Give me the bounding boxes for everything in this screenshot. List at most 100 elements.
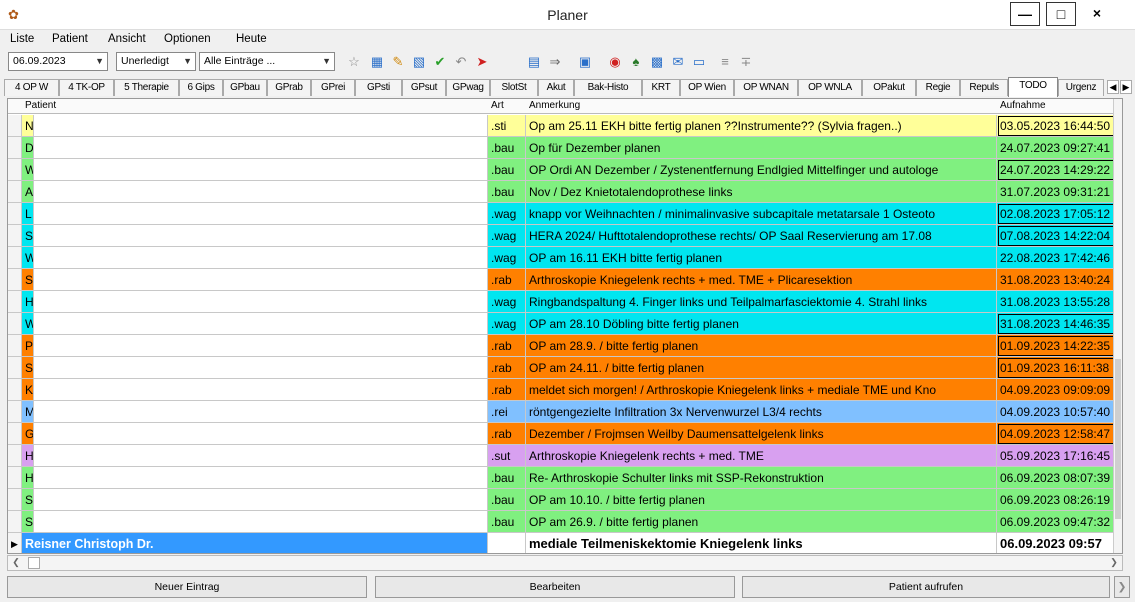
row-indicator[interactable] <box>8 445 22 467</box>
table-row[interactable]: H .sut Arthroskopie Kniegelenk rechts + me… <box>8 445 1115 467</box>
export-icon[interactable]: ▤ <box>525 53 543 71</box>
tab-5-therapie[interactable]: 5 Therapie <box>114 79 179 96</box>
table-row[interactable]: W .wagOP am 16.11 EKH bitte fertig planen… <box>8 247 1115 269</box>
row-indicator[interactable] <box>8 313 22 335</box>
row-indicator[interactable] <box>8 401 22 423</box>
table-row[interactable]: S .bau OP am 10.10. / bitte fertig planen 0… <box>8 489 1115 511</box>
row-indicator[interactable] <box>8 115 22 137</box>
tab-gpbau[interactable]: GPbau <box>223 79 267 96</box>
column-header-art[interactable]: Art <box>491 100 504 111</box>
tab-urgenz[interactable]: Urgenz <box>1058 79 1104 96</box>
table-row[interactable]: P .rab OP am 28.9. / bitte fertig planen 01… <box>8 335 1115 357</box>
menu-liste[interactable]: Liste <box>10 33 34 45</box>
table-row[interactable]: L .wag knapp vor Weihnachten / minimalinva… <box>8 203 1115 225</box>
check-icon[interactable]: ✔ <box>431 53 449 71</box>
tab-6-gips[interactable]: 6 Gips <box>179 79 223 96</box>
row-indicator[interactable] <box>8 291 22 313</box>
open-patient-button[interactable]: Patient aufrufen <box>742 576 1110 598</box>
chevron-right-icon[interactable]: ❯ <box>1114 576 1130 598</box>
filter-select[interactable]: Alle Einträge ... ▼ <box>199 52 335 71</box>
row-indicator[interactable] <box>8 467 22 489</box>
maximize-button[interactable]: □ <box>1046 2 1076 26</box>
table-row[interactable]: W .bauOP Ordi AN Dezember / Zystenentfern… <box>8 159 1115 181</box>
table-row[interactable]: S .wag HERA 2024/ Hufttotalendoprothese re… <box>8 225 1115 247</box>
row-indicator[interactable] <box>8 247 22 269</box>
h-scroll-thumb[interactable] <box>28 557 40 569</box>
column-header-patient[interactable]: Patient <box>25 100 56 111</box>
row-indicator[interactable] <box>8 159 22 181</box>
column-header-anmerkung[interactable]: Anmerkung <box>529 100 580 111</box>
table-row[interactable]: H .bau Re- Arthroskopie Schulter links mit… <box>8 467 1115 489</box>
star-icon[interactable]: ☆ <box>345 53 363 71</box>
scroll-thumb[interactable] <box>1115 359 1121 519</box>
table-row[interactable]: S .rab Arthroskopie Kniegelenk rechts + me… <box>8 269 1115 291</box>
tab-gpsut[interactable]: GPsut <box>402 79 446 96</box>
pin-icon[interactable]: ➤ <box>473 53 491 71</box>
menu-optionen[interactable]: Optionen <box>164 33 211 45</box>
mail-icon[interactable]: ✉ <box>669 53 687 71</box>
new-entry-button[interactable]: Neuer Eintrag <box>7 576 367 598</box>
table-row[interactable]: S .bau OP am 26.9. / bitte fertig planen 06… <box>8 511 1115 533</box>
edit-button[interactable]: Bearbeiten <box>375 576 735 598</box>
date-picker[interactable]: 06.09.2023 ▼ <box>8 52 108 71</box>
edit-doc-icon[interactable]: ✎ <box>389 53 407 71</box>
selected-row[interactable]: ▶ Reisner Christoph Dr. mediale Teilmenisk… <box>8 533 1115 553</box>
screen-icon[interactable]: ▭ <box>690 53 708 71</box>
tab-gprab[interactable]: GPrab <box>267 79 311 96</box>
row-indicator[interactable] <box>8 181 22 203</box>
tab-prev-icon[interactable]: ◀ <box>1107 80 1119 94</box>
table-row[interactable]: H .wag Ringbandspaltung 4. Finger links un… <box>8 291 1115 313</box>
group-icon[interactable]: ♠ <box>627 53 645 71</box>
row-indicator[interactable] <box>8 423 22 445</box>
row-indicator[interactable] <box>8 225 22 247</box>
table-row[interactable]: W .wagOP am 28.10 Döbling bitte fertig pl… <box>8 313 1115 335</box>
scroll-right-icon[interactable]: ❯ <box>1108 557 1120 569</box>
row-indicator[interactable] <box>8 137 22 159</box>
tab-bak-histo[interactable]: Bak-Histo <box>574 79 642 96</box>
scroll-left-icon[interactable]: ❮ <box>10 557 22 569</box>
menu-patient[interactable]: Patient <box>52 33 88 45</box>
tab-4-tk-op[interactable]: 4 TK-OP <box>59 79 114 96</box>
globe-icon[interactable]: ◉ <box>606 53 624 71</box>
minimize-button[interactable]: — <box>1010 2 1040 26</box>
copy-doc-icon[interactable]: ▧ <box>410 53 428 71</box>
table-row[interactable]: N .sti Op am 25.11 EKH bitte fertig planen… <box>8 115 1115 137</box>
vertical-scrollbar[interactable] <box>1113 99 1122 553</box>
table-row[interactable]: K .rab meldet sich morgen! / Arthroskopie … <box>8 379 1115 401</box>
new-doc-icon[interactable]: ▦ <box>368 53 386 71</box>
row-indicator[interactable] <box>8 379 22 401</box>
tab-slotst[interactable]: SlotSt <box>490 79 538 96</box>
tab-4-op-w[interactable]: 4 OP W <box>4 79 59 96</box>
tab-gpwag[interactable]: GPwag <box>446 79 490 96</box>
table-row[interactable]: A .bau Nov / Dez Knietotalendoprothese lin… <box>8 181 1115 203</box>
tab-gprei[interactable]: GPrei <box>311 79 355 96</box>
tab-akut[interactable]: Akut <box>538 79 574 96</box>
table-row[interactable]: G .rab Dezember / Frojmsen Weilby Daumensa… <box>8 423 1115 445</box>
menu-ansicht[interactable]: Ansicht <box>108 33 146 45</box>
chart-icon[interactable]: ▩ <box>648 53 666 71</box>
tab-op-wien[interactable]: OP Wien <box>680 79 734 96</box>
row-indicator[interactable] <box>8 489 22 511</box>
row-indicator[interactable] <box>8 335 22 357</box>
table-row[interactable]: S .rab OP am 24.11. / bitte fertig planen 0… <box>8 357 1115 379</box>
status-select[interactable]: Unerledigt ▼ <box>116 52 196 71</box>
close-button[interactable]: × <box>1082 2 1112 26</box>
column-header-aufnahme[interactable]: Aufnahme <box>1000 100 1046 111</box>
tab-op-wnla[interactable]: OP WNLA <box>798 79 862 96</box>
tab-regie[interactable]: Regie <box>916 79 960 96</box>
arrow-right-icon[interactable]: ⇒ <box>546 53 564 71</box>
tab-krt[interactable]: KRT <box>642 79 680 96</box>
tab-next-icon[interactable]: ▶ <box>1120 80 1132 94</box>
table-row[interactable]: D .bau Op für Dezember planen 24.07.2023 09… <box>8 137 1115 159</box>
horizontal-scrollbar[interactable]: ❮ ❯ <box>7 555 1123 571</box>
menu-heute[interactable]: Heute <box>236 33 267 45</box>
list-icon[interactable]: ≡ <box>716 53 734 71</box>
monitor-icon[interactable]: ▣ <box>576 53 594 71</box>
split-icon[interactable]: ∓ <box>737 53 755 71</box>
current-row-pointer-icon[interactable]: ▶ <box>8 533 22 553</box>
tab-repuls[interactable]: Repuls <box>960 79 1008 96</box>
tab-gpsti[interactable]: GPsti <box>355 79 402 96</box>
table-row[interactable]: M .rei röntgengezielte Infiltration 3x Ner… <box>8 401 1115 423</box>
row-indicator[interactable] <box>8 511 22 533</box>
tab-todo[interactable]: TODO <box>1008 77 1058 97</box>
